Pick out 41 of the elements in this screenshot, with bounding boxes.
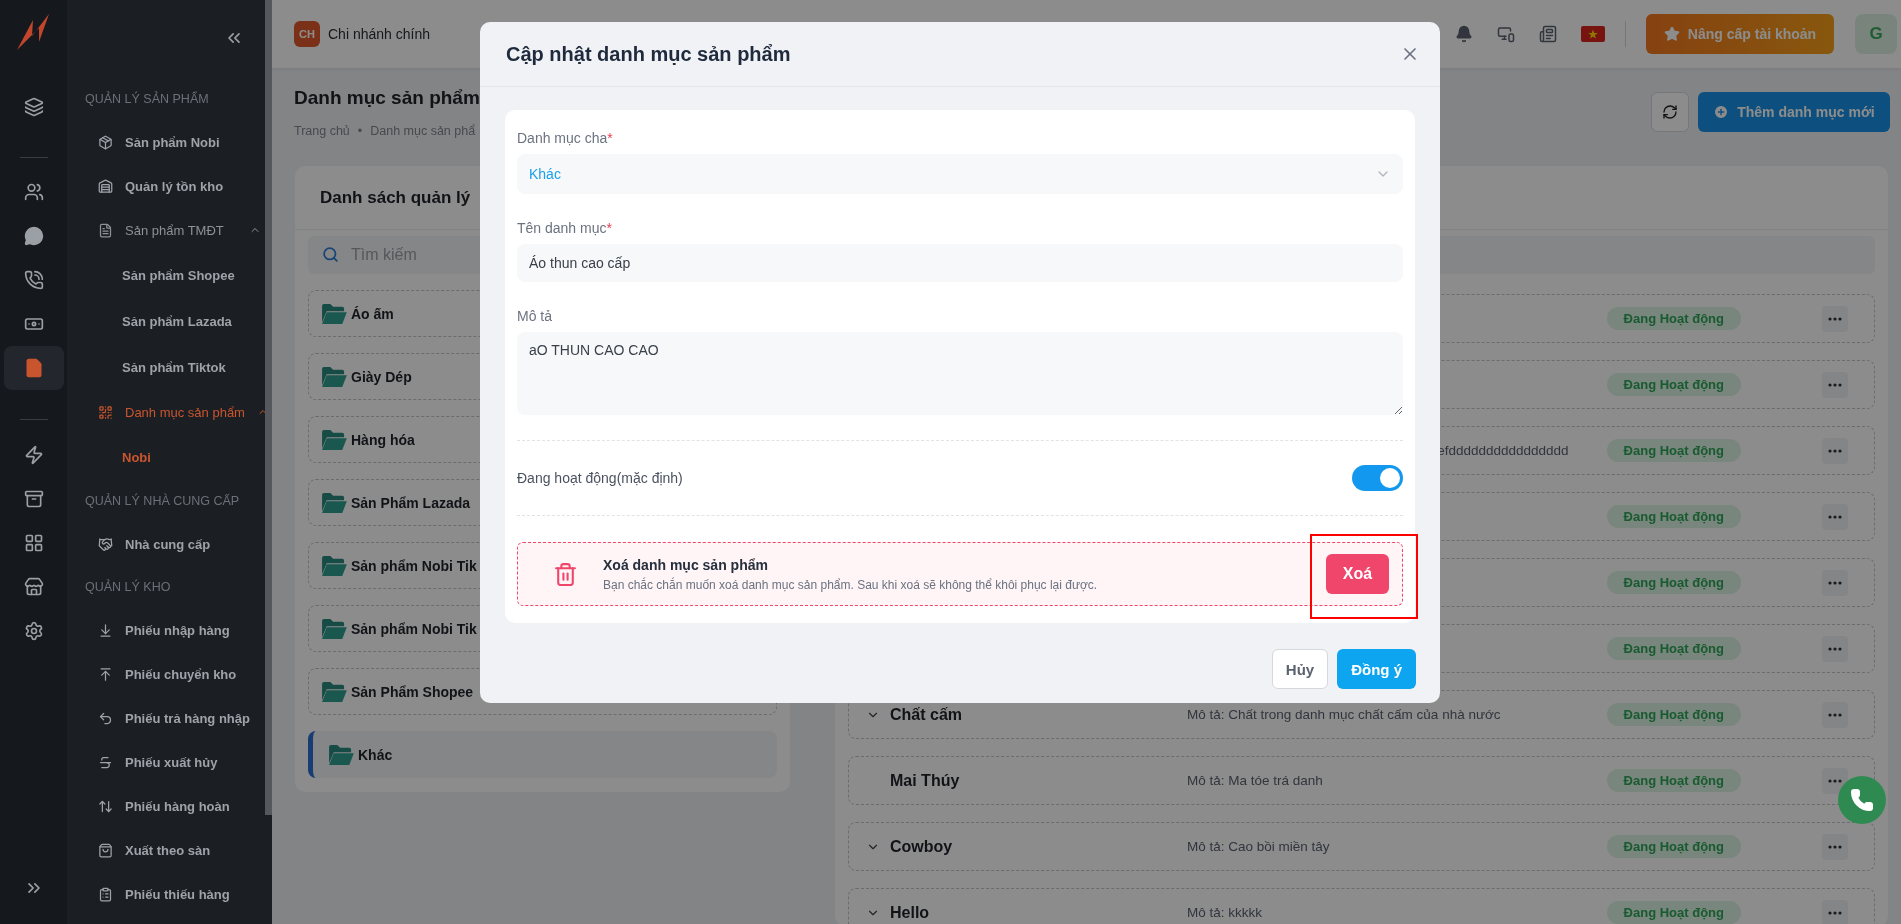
section-title: QUẢN LÝ NHÀ CUNG CẤP — [84, 492, 241, 510]
page-title: Danh mục sản phẩm — [294, 86, 480, 110]
toggle-label: Đang hoạt động(mặc định) — [517, 470, 683, 486]
status-badge: Đang Hoạt động — [1606, 835, 1741, 858]
section-title: QUẢN LÝ SẢN PHẨM — [84, 90, 210, 108]
status-badge: Đang Hoạt động — [1606, 307, 1741, 330]
status-badge: Đang Hoạt động — [1606, 703, 1741, 726]
modal-title: Cập nhật danh mục sản phẩm — [506, 42, 791, 66]
category-name: Mai Thúy — [890, 771, 960, 789]
folder-name: Hàng hóa — [351, 431, 415, 448]
danger-title: Xoá danh mục sản phẩm — [603, 556, 769, 573]
category-name: Hello — [890, 903, 930, 921]
category-description: efdddddddddddddddd — [1437, 443, 1569, 458]
card-title: Danh sách quản lý — [320, 187, 471, 208]
folder-name: Sản phẩm Nobi Tik — [351, 557, 477, 574]
section-title: QUẢN LÝ KHO — [84, 578, 172, 596]
category-name: Cowboy — [890, 837, 953, 855]
category-description: Mô tả: Cao bồi miền tây — [1187, 839, 1330, 854]
category-description: Mô tả: kkkkk — [1187, 905, 1262, 920]
folder-name: Sản Phẩm Shopee — [351, 683, 474, 700]
field-label: Mô tả — [517, 308, 553, 324]
category-name: Chất cấm — [890, 705, 963, 723]
status-badge: Đang Hoạt động — [1606, 571, 1741, 594]
folder-name: Sản Phẩm Lazada — [351, 494, 471, 511]
status-badge: Đang Hoạt động — [1606, 637, 1741, 660]
status-badge: Đang Hoạt động — [1606, 373, 1741, 396]
folder-name: Sản phẩm Nobi Tik — [351, 620, 477, 637]
field-label: Tên danh mục* — [517, 220, 613, 236]
folder-name: Áo ấm — [351, 305, 394, 322]
danger-text: Bạn chắc chắn muốn xoá danh mục sản phẩm. Sau khi xoá sẽ không thể khôi phục lại được. — [603, 577, 1098, 592]
status-badge: Đang Hoạt động — [1606, 505, 1741, 528]
breadcrumb-separator: • — [357, 124, 363, 138]
status-badge: Đang Hoạt động — [1606, 769, 1741, 792]
status-badge: Đang Hoạt động — [1606, 439, 1741, 462]
folder-name: Giày Dép — [351, 368, 412, 385]
category-description: Mô tả: Ma tóe trá danh — [1187, 773, 1323, 788]
status-badge: Đang Hoạt động — [1606, 901, 1741, 924]
field-label: Danh mục cha* — [517, 130, 614, 146]
folder-name: Khác — [358, 746, 393, 763]
category-description: Mô tả: Chất trong danh mục chất cấm của nhà nước — [1187, 707, 1501, 722]
branch-badge: CH — [294, 21, 320, 47]
